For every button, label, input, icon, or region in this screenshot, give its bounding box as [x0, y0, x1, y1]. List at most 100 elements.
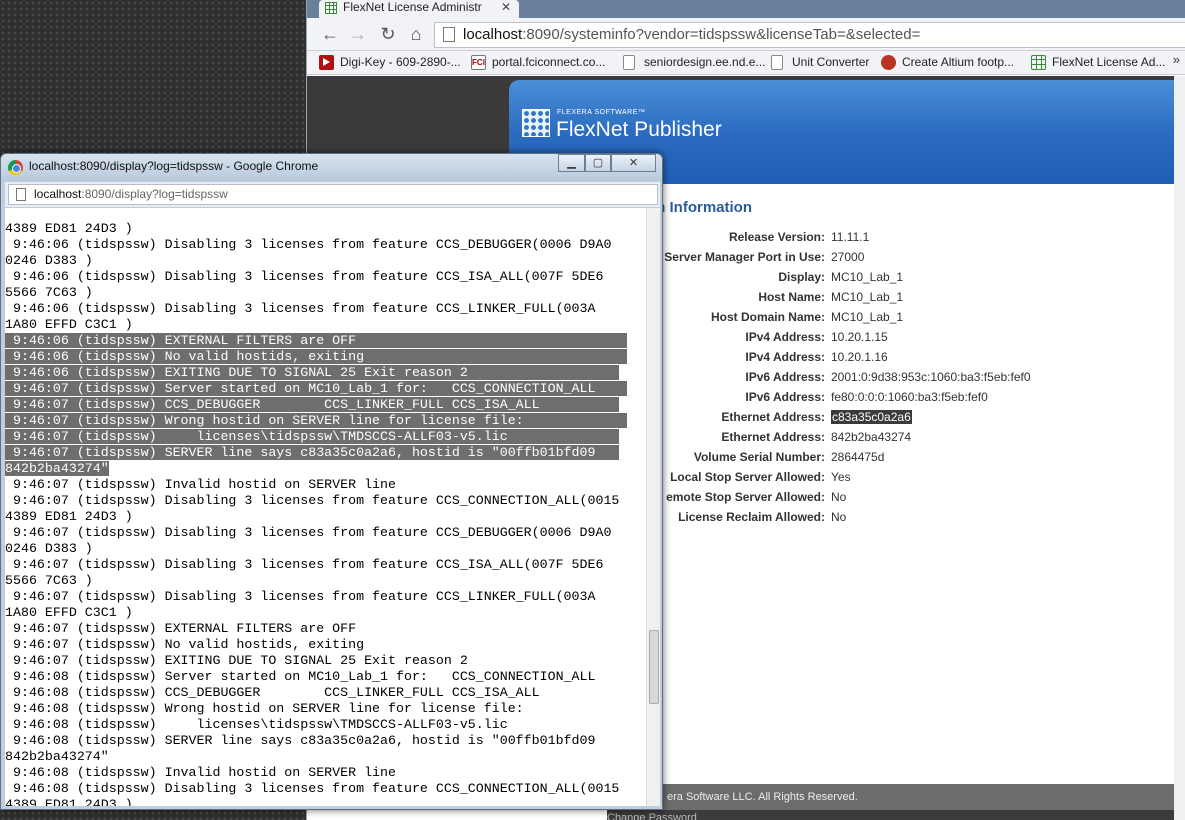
bookmark-label: portal.fciconnect.co...: [492, 55, 606, 69]
log-line: 9:46:08 (tidspssw) SERVER line says c83a…: [5, 733, 645, 749]
page-icon: [16, 188, 26, 201]
log-line: 9:46:08 (tidspssw) Wrong hostid on SERVE…: [5, 701, 645, 717]
log-line: [5, 208, 645, 221]
info-row: Local Stop Server Allowed: Yes: [607, 467, 1167, 487]
url-host: localhost: [34, 187, 82, 201]
tab-flexnet-admin[interactable]: FlexNet License Administr ✕: [319, 0, 519, 18]
chrome-icon: [8, 160, 23, 175]
log-line-text: 9:46:07 (tidspssw) Disabling 3 licenses …: [5, 525, 612, 540]
window-titlebar[interactable]: localhost:8090/display?log=tidspssw - Go…: [1, 154, 662, 181]
info-label: Display:: [778, 270, 825, 284]
url-path: :8090/display?log=tidspssw: [81, 187, 228, 201]
change-password-link[interactable]: Change Password: [607, 812, 697, 820]
info-label: Ethernet Address:: [721, 410, 825, 424]
info-value: No: [831, 510, 847, 524]
log-line-text: 9:46:06 (tidspssw) No valid hostids, exi…: [5, 349, 628, 364]
log-popup-window: localhost:8090/display?log=tidspssw - Go…: [0, 153, 663, 810]
info-value: Yes: [831, 470, 851, 484]
log-line-text: 9:46:07 (tidspssw) CCS_DEBUGGER CCS_LINK…: [5, 397, 620, 412]
log-line: 9:46:07 (tidspssw) SERVER line says c83a…: [5, 445, 645, 461]
maximize-button[interactable]: ▢: [585, 154, 611, 172]
log-line-text: 0246 D383 ): [5, 253, 93, 268]
info-row: Ethernet Address: 842b2ba43274: [607, 427, 1167, 447]
page-scrollbar[interactable]: [1174, 76, 1185, 820]
info-value: 2864475d: [831, 450, 885, 464]
log-line-text: 842b2ba43274": [5, 749, 109, 764]
log-line: 4389 ED81 24D3 ): [5, 221, 645, 237]
log-line-text: 9:46:07 (tidspssw) EXTERNAL FILTERS are …: [5, 621, 357, 636]
log-line: 9:46:08 (tidspssw) licenses\tidspssw\TMD…: [5, 717, 645, 733]
log-viewer[interactable]: 4389 ED81 24D3 ) 9:46:06 (tidspssw) Disa…: [5, 208, 660, 806]
log-line: 9:46:07 (tidspssw) Server started on MC1…: [5, 381, 645, 397]
minimize-button[interactable]: ▁: [558, 154, 585, 172]
log-scrollbar[interactable]: [646, 208, 660, 806]
info-row: Volume Serial Number: 2864475d: [607, 447, 1167, 467]
bookmark-label: seniordesign.ee.nd.e...: [644, 55, 766, 69]
popup-address-bar[interactable]: localhost:8090/display?log=tidspssw: [8, 184, 658, 205]
home-icon[interactable]: ⌂: [405, 23, 427, 45]
address-bar[interactable]: localhost:8090/systeminfo?vendor=tidspss…: [434, 22, 1185, 48]
log-line-text: [5, 208, 492, 220]
bookmark-unit-converter[interactable]: Unit Converter: [771, 51, 869, 75]
info-label: Local Stop Server Allowed:: [670, 470, 825, 484]
info-value: 10.20.1.15: [831, 330, 888, 344]
log-line: 0246 D383 ): [5, 253, 645, 269]
back-arrow-icon[interactable]: ←: [319, 23, 341, 45]
info-row: Server Manager Port in Use: 27000: [607, 247, 1167, 267]
log-line-text: 0246 D383 ): [5, 541, 93, 556]
bookmark-altium[interactable]: Create Altium footp...: [881, 51, 1014, 75]
info-label: emote Stop Server Allowed:: [666, 490, 825, 504]
forward-arrow-icon[interactable]: →: [347, 23, 369, 45]
scrollbar-thumb[interactable]: [649, 630, 659, 704]
bookmark-label: Digi-Key - 609-2890-...: [340, 55, 461, 69]
bookmark-label: Create Altium footp...: [902, 55, 1015, 69]
info-value: 10.20.1.16: [831, 350, 888, 364]
bookmark-label: Unit Converter: [792, 55, 870, 69]
log-line: 9:46:07 (tidspssw) Disabling 3 licenses …: [5, 525, 645, 541]
tab-close-icon[interactable]: ✕: [501, 0, 511, 15]
log-line-text: 9:46:06 (tidspssw) Disabling 3 licenses …: [5, 237, 612, 252]
log-line: 9:46:07 (tidspssw) Disabling 3 licenses …: [5, 589, 645, 605]
log-line-text: 5566 7C63 ): [5, 573, 93, 588]
info-row: IPv4 Address: 10.20.1.15: [607, 327, 1167, 347]
log-line: 9:46:08 (tidspssw) Invalid hostid on SER…: [5, 765, 645, 781]
bookmark-digikey[interactable]: Digi-Key - 609-2890-...: [319, 51, 461, 75]
url-path: :8090/systeminfo?vendor=tidspssw&license…: [522, 26, 921, 43]
log-line: 9:46:08 (tidspssw) Disabling 3 licenses …: [5, 781, 645, 797]
tab-strip: FlexNet License Administr ✕: [307, 0, 1185, 18]
flexnet-icon: [1031, 55, 1046, 70]
log-line-text: 9:46:06 (tidspssw) Disabling 3 licenses …: [5, 269, 604, 284]
log-line-text: 4389 ED81 24D3 ): [5, 797, 133, 806]
log-line-text: 4389 ED81 24D3 ): [5, 509, 133, 524]
log-line-text: 9:46:07 (tidspssw) Invalid hostid on SER…: [5, 477, 396, 492]
log-line-text: 9:46:07 (tidspssw) Disabling 3 licenses …: [5, 557, 604, 572]
flexnet-logo-icon: [522, 109, 550, 137]
info-row: Ethernet Address: c83a35c0a2a6: [607, 407, 1167, 427]
info-value: fe80:0:0:0:1060:ba3:f5eb:fef0: [831, 390, 988, 404]
brand-title: FlexNet Publisher: [556, 118, 722, 141]
log-line: 9:46:06 (tidspssw) Disabling 3 licenses …: [5, 237, 645, 253]
log-line: 9:46:07 (tidspssw) Disabling 3 licenses …: [5, 493, 645, 509]
info-value: MC10_Lab_1: [831, 310, 904, 324]
log-line-text: 9:46:07 (tidspssw) SERVER line says c83a…: [5, 445, 620, 460]
info-row: IPv6 Address: 2001:0:9d38:953c:1060:ba3:f…: [607, 367, 1167, 387]
log-line-text: 9:46:08 (tidspssw) Invalid hostid on SER…: [5, 765, 396, 780]
log-line: 9:46:07 (tidspssw) No valid hostids, exi…: [5, 637, 645, 653]
digikey-icon: [319, 55, 334, 70]
info-label: IPv6 Address:: [745, 370, 825, 384]
log-line-text: 9:46:07 (tidspssw) Server started on MC1…: [5, 381, 628, 396]
log-line-text: 842b2ba43274": [5, 461, 109, 476]
log-line: 1A80 EFFD C3C1 ): [5, 605, 645, 621]
bookmarks-bar: Digi-Key - 609-2890-... FCI portal.fcico…: [307, 51, 1185, 75]
log-line-text: 9:46:07 (tidspssw) Wrong hostid on SERVE…: [5, 413, 628, 428]
footer-copyright: era Software LLC. All Rights Reserved.: [657, 784, 1185, 810]
log-line: 9:46:06 (tidspssw) Disabling 3 licenses …: [5, 301, 645, 317]
bookmarks-overflow-button[interactable]: »: [1173, 52, 1180, 67]
info-value: 842b2ba43274: [831, 430, 912, 444]
bookmark-flexnet[interactable]: FlexNet License Ad...: [1031, 51, 1165, 75]
bookmark-seniordesign[interactable]: seniordesign.ee.nd.e...: [623, 51, 765, 75]
log-line: 1A80 EFFD C3C1 ): [5, 317, 645, 333]
reload-icon[interactable]: ↻: [377, 23, 399, 45]
bookmark-fciconnect[interactable]: FCI portal.fciconnect.co...: [471, 51, 605, 75]
close-button[interactable]: ✕: [611, 154, 656, 172]
